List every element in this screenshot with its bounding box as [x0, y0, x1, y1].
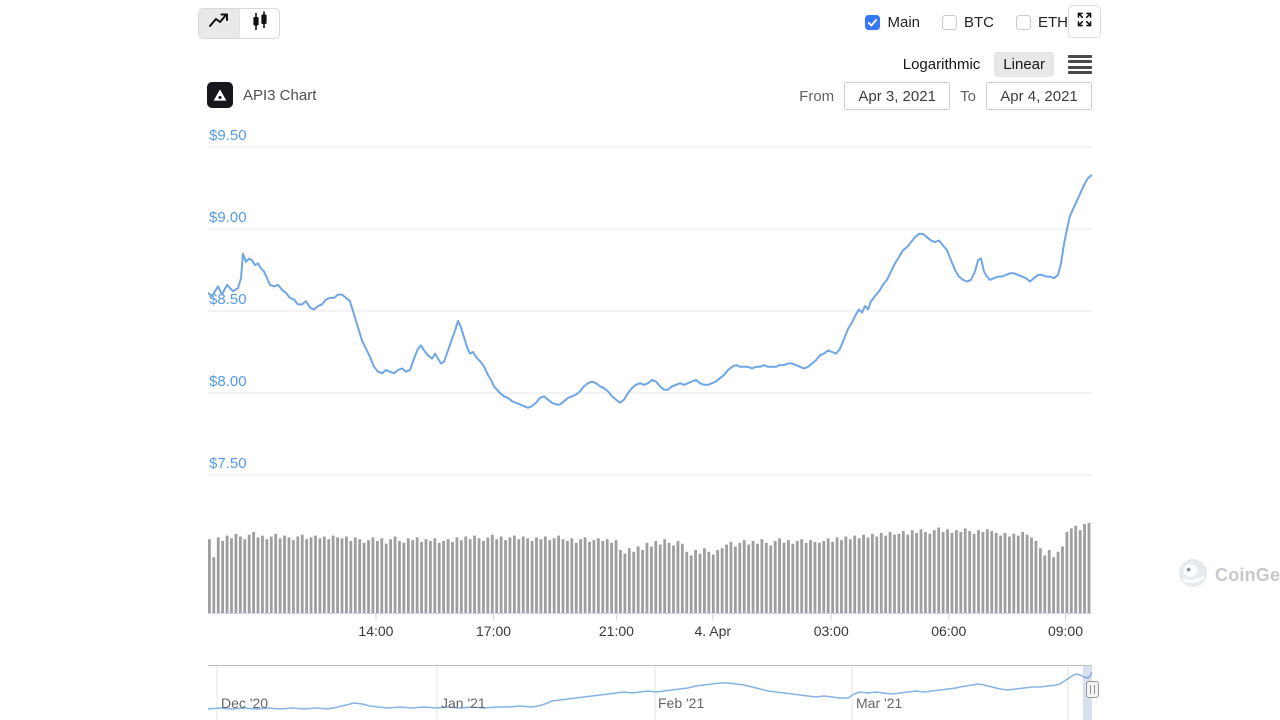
- x-axis-label: 09:00: [1048, 623, 1083, 639]
- navigator-month-label: Dec '20: [221, 695, 268, 711]
- scale-toggle-row: Logarithmic Linear: [0, 52, 1092, 77]
- watermark-text: CoinGecko: [1215, 565, 1280, 586]
- x-axis-label: 03:00: [814, 623, 849, 639]
- linear-scale-button[interactable]: Linear: [994, 52, 1054, 77]
- navigator-month-label: Jan '21: [441, 695, 486, 711]
- coingecko-gecko-icon: [1178, 558, 1208, 593]
- x-axis-label: 14:00: [358, 623, 393, 639]
- svg-text:$8.00: $8.00: [209, 373, 247, 390]
- chart-page: Main BTC ETH Logarithmic Linear: [0, 0, 1280, 720]
- x-axis-labels: 14:00 17:00 21:00 4. Apr 03:00 06:00 09:00: [208, 623, 1092, 641]
- hamburger-menu-icon[interactable]: [1068, 55, 1092, 75]
- main-checkbox[interactable]: [865, 15, 880, 30]
- main-checkbox-item[interactable]: Main: [865, 14, 920, 31]
- navigator-month-label: Mar '21: [856, 695, 902, 711]
- btc-checkbox-label: BTC: [964, 14, 994, 31]
- x-axis-label: 4. Apr: [694, 623, 731, 639]
- eth-checkbox-label: ETH: [1038, 14, 1068, 31]
- date-range-row: From To: [0, 82, 1092, 110]
- volume-plot: [208, 520, 1092, 622]
- volume-chart-pane[interactable]: [208, 520, 1092, 622]
- btc-checkbox[interactable]: [942, 15, 957, 30]
- from-label: From: [799, 88, 834, 105]
- price-plot[interactable]: $9.50$9.00$8.50$8.00$7.50: [208, 125, 1092, 485]
- from-date-input[interactable]: [844, 82, 950, 110]
- to-label: To: [960, 88, 976, 105]
- line-chart-type-button[interactable]: [199, 9, 239, 38]
- price-chart-pane[interactable]: $9.50$9.00$8.50$8.00$7.50 CoinGecko: [208, 125, 1092, 485]
- x-axis-label: 21:00: [599, 623, 634, 639]
- main-checkbox-label: Main: [887, 14, 920, 31]
- eth-checkbox-item[interactable]: ETH: [1016, 14, 1068, 31]
- to-date-input[interactable]: [986, 82, 1092, 110]
- navigator-handle[interactable]: [1086, 681, 1099, 698]
- eth-checkbox[interactable]: [1016, 15, 1031, 30]
- btc-checkbox-item[interactable]: BTC: [942, 14, 994, 31]
- navigator-month-label: Feb '21: [658, 695, 704, 711]
- check-icon: [866, 16, 879, 29]
- svg-text:$7.50: $7.50: [209, 455, 247, 472]
- navigator-month-labels: Dec '20 Jan '21 Feb '21 Mar '21: [208, 695, 1092, 713]
- logarithmic-scale-button[interactable]: Logarithmic: [901, 52, 983, 77]
- candlestick-chart-type-button[interactable]: [239, 9, 279, 38]
- coingecko-watermark: CoinGecko: [1178, 558, 1280, 593]
- chart-type-toggle: [198, 8, 280, 39]
- fullscreen-button[interactable]: [1068, 5, 1101, 38]
- expand-icon: [1075, 10, 1094, 34]
- candlestick-icon: [249, 10, 271, 37]
- svg-text:$9.00: $9.00: [209, 209, 247, 226]
- compare-checkbox-row: Main BTC ETH: [865, 14, 1068, 31]
- svg-text:$9.50: $9.50: [209, 127, 247, 144]
- x-axis-label: 06:00: [931, 623, 966, 639]
- x-axis-label: 17:00: [476, 623, 511, 639]
- line-chart-icon: [208, 10, 230, 37]
